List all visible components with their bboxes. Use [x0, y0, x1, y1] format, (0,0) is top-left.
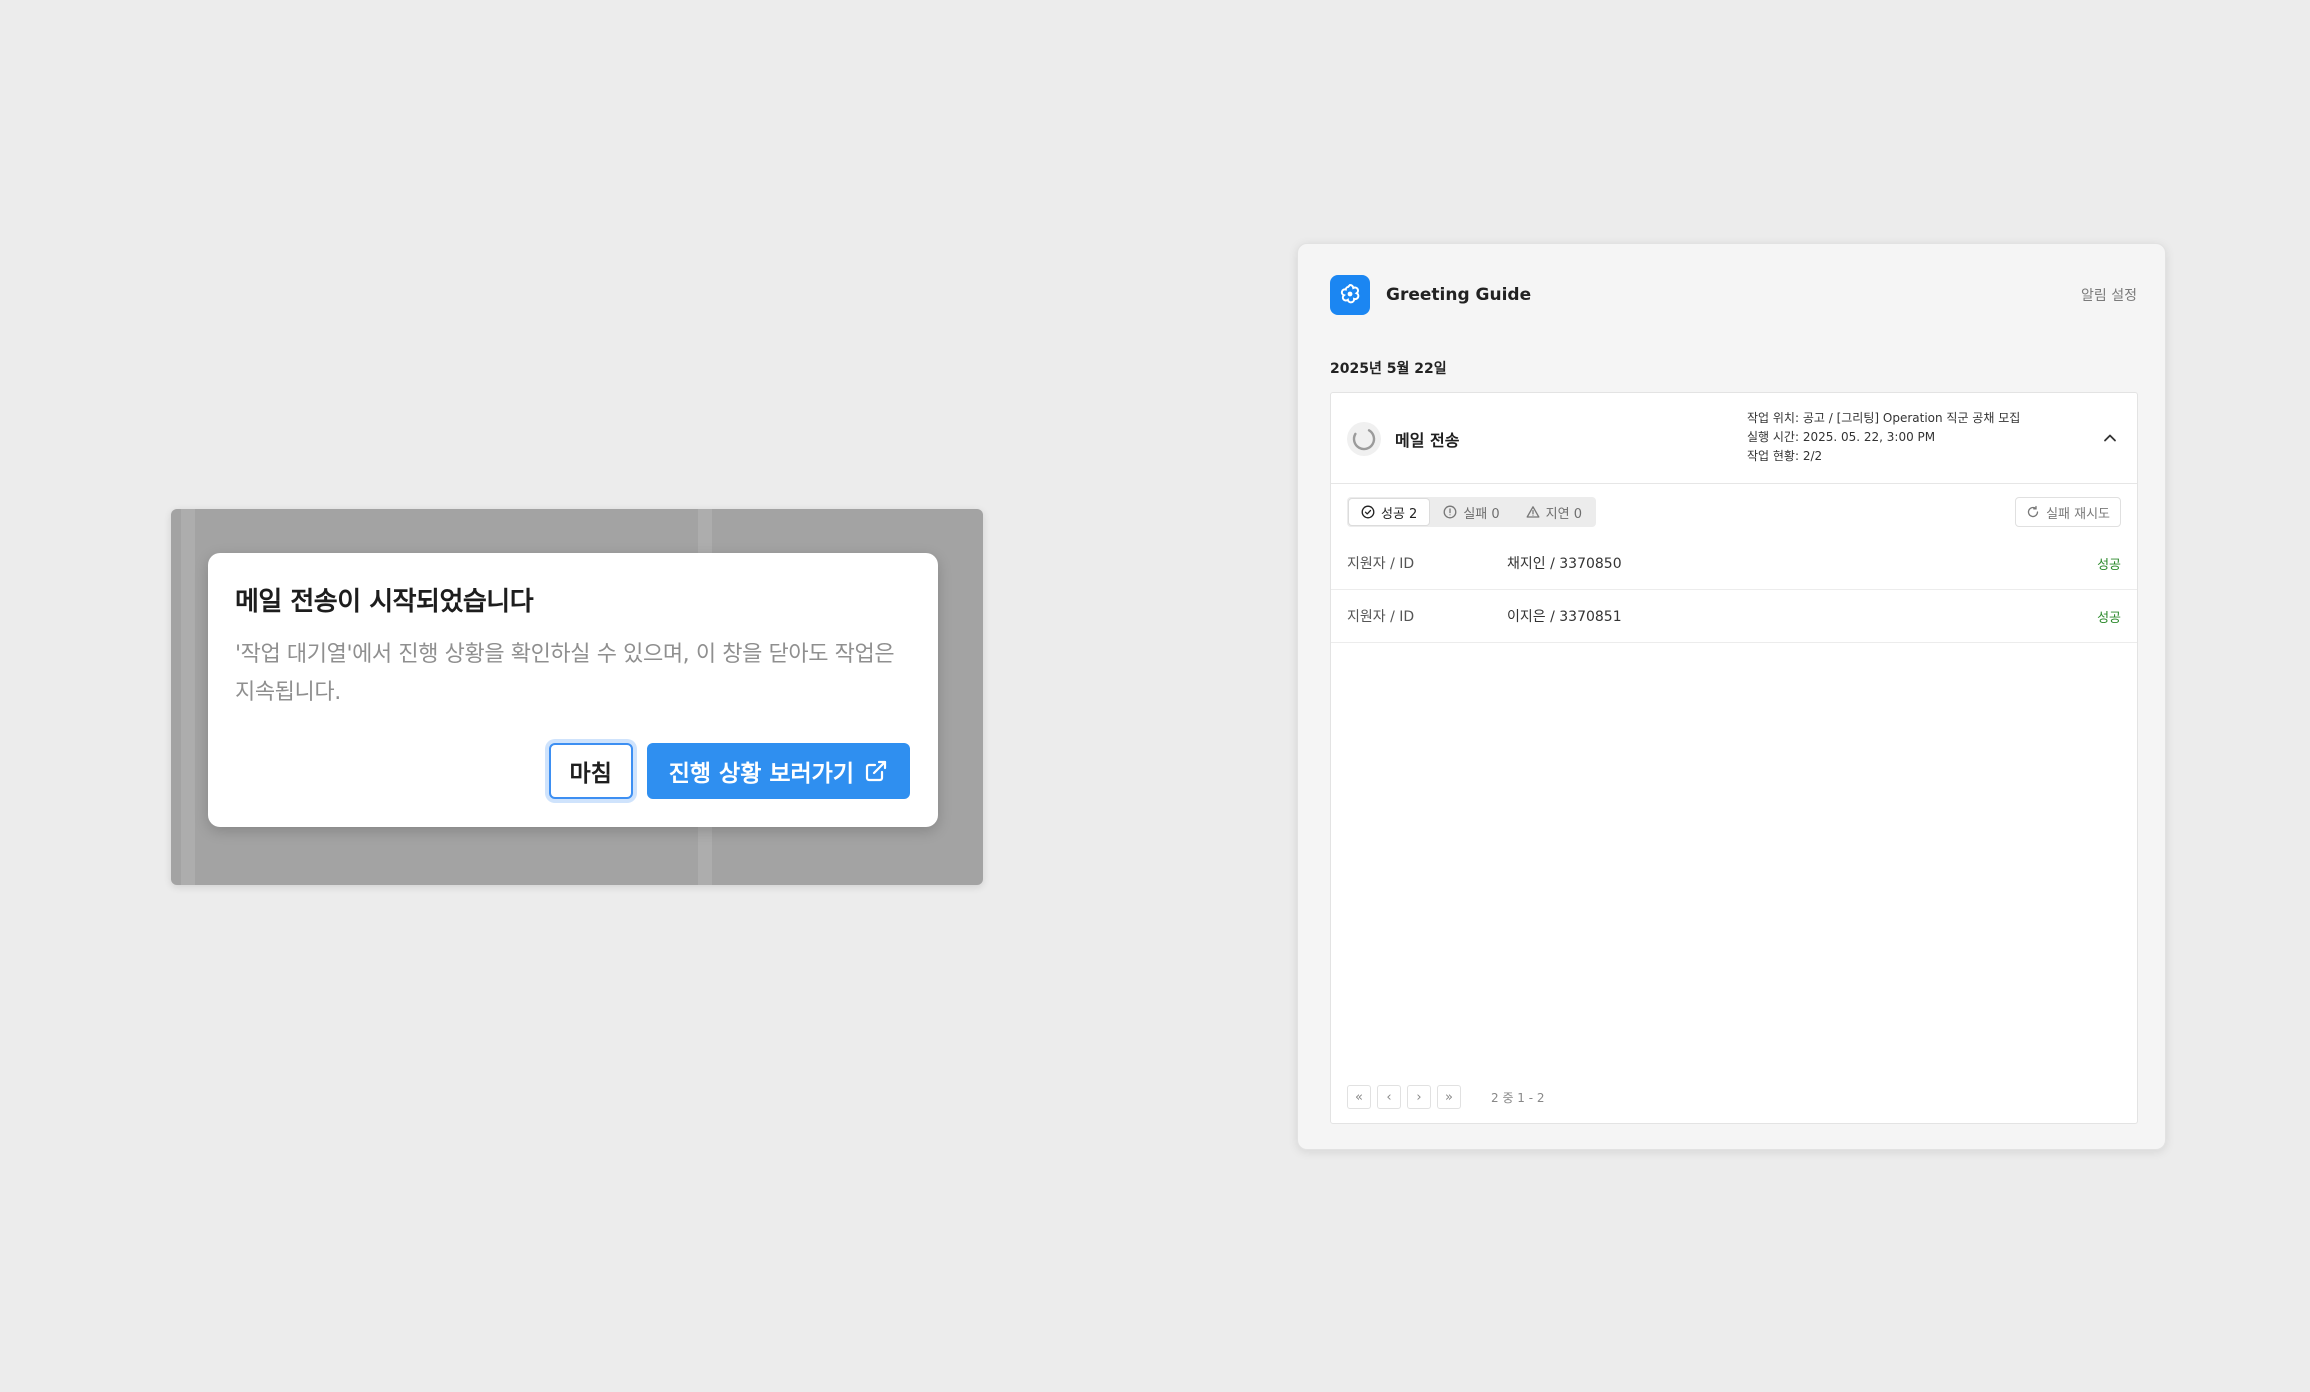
result-row: 지원자 / ID 채지인 / 3370850 성공 [1331, 537, 2137, 590]
loading-spinner-icon [1347, 422, 1381, 456]
job-name: 메일 전송 [1395, 431, 1460, 450]
view-progress-label: 진행 상황 보러가기 [668, 761, 854, 787]
job-meta: 작업 위치: 공고 / [그리팅] Operation 직군 공채 모집 실행 … [1747, 409, 2020, 466]
result-row: 지원자 / ID 이지은 / 3370851 성공 [1331, 590, 2137, 643]
dialog-description: '작업 대기열'에서 진행 상황을 확인하실 수 있으며, 이 창을 닫아도 작… [235, 642, 895, 705]
filter-success-label: 성공 2 [1381, 506, 1418, 522]
result-list: 지원자 / ID 채지인 / 3370850 성공 지원자 / ID 이지은 /… [1331, 537, 2137, 643]
filter-delay[interactable]: 지연 0 [1514, 499, 1594, 525]
status-filter-group: 성공 2 실패 0 지연 0 [1347, 497, 1596, 527]
job-run-time: 실행 시간: 2025. 05. 22, 3:00 PM [1747, 430, 1936, 444]
retry-failed-label: 실패 재시도 [2046, 506, 2110, 522]
row-value: 채지인 / 3370850 [1507, 556, 1622, 572]
app-title: Greeting Guide [1386, 285, 1532, 305]
external-link-icon [865, 760, 887, 782]
date-heading: 2025년 5월 22일 [1330, 361, 1447, 377]
job-location: 작업 위치: 공고 / [그리팅] Operation 직군 공채 모집 [1747, 411, 2021, 425]
modal-backdrop: 메일 전송이 시작되었습니다 '작업 대기열'에서 진행 상황을 확인하실 수 … [171, 509, 983, 885]
finish-button[interactable]: 마침 [548, 743, 633, 799]
chevron-up-icon[interactable] [2101, 429, 2119, 447]
filter-delay-label: 지연 0 [1545, 506, 1582, 522]
pagination: « ‹ › » 2 중 1 - 2 [1347, 1085, 1545, 1109]
warning-triangle-icon [1526, 506, 1540, 518]
refresh-icon [2027, 505, 2039, 518]
info-circle-icon [1443, 505, 1457, 519]
prev-page-button[interactable]: ‹ [1377, 1085, 1401, 1109]
backdrop-stripe [181, 509, 195, 885]
filter-failure[interactable]: 실패 0 [1431, 499, 1511, 525]
job-progress: 작업 현황: 2/2 [1747, 449, 1823, 463]
row-label: 지원자 / ID [1347, 609, 1415, 625]
page-info: 2 중 1 - 2 [1491, 1090, 1545, 1105]
view-progress-button[interactable]: 진행 상황 보러가기 [646, 743, 910, 799]
check-circle-icon [1361, 505, 1375, 519]
job-card: 메일 전송 작업 위치: 공고 / [그리팅] Operation 직군 공채 … [1330, 392, 2138, 1124]
confirmation-dialog: 메일 전송이 시작되었습니다 '작업 대기열'에서 진행 상황을 확인하실 수 … [208, 553, 938, 827]
notification-panel: Greeting Guide 알림 설정 2025년 5월 22일 메일 전송 … [1297, 243, 2166, 1150]
last-page-button[interactable]: » [1437, 1085, 1461, 1109]
row-label: 지원자 / ID [1347, 556, 1415, 572]
greeting-logo-icon [1330, 275, 1370, 315]
row-status: 성공 [2097, 610, 2121, 626]
next-page-button[interactable]: › [1407, 1085, 1431, 1109]
row-status: 성공 [2097, 557, 2121, 573]
result-toolbar: 성공 2 실패 0 지연 0 실패 재시도 [1347, 497, 2121, 527]
panel-header: Greeting Guide 알림 설정 [1330, 274, 2137, 316]
retry-failed-button[interactable]: 실패 재시도 [2015, 497, 2121, 527]
job-card-header[interactable]: 메일 전송 작업 위치: 공고 / [그리팅] Operation 직군 공채 … [1331, 393, 2137, 484]
first-page-button[interactable]: « [1347, 1085, 1371, 1109]
notification-settings-link[interactable]: 알림 설정 [2081, 285, 2137, 305]
dialog-title: 메일 전송이 시작되었습니다 [235, 587, 534, 617]
filter-failure-label: 실패 0 [1463, 506, 1500, 522]
dialog-actions: 마침 진행 상황 보러가기 [548, 743, 910, 799]
filter-success[interactable]: 성공 2 [1349, 499, 1430, 525]
row-value: 이지은 / 3370851 [1507, 609, 1622, 625]
